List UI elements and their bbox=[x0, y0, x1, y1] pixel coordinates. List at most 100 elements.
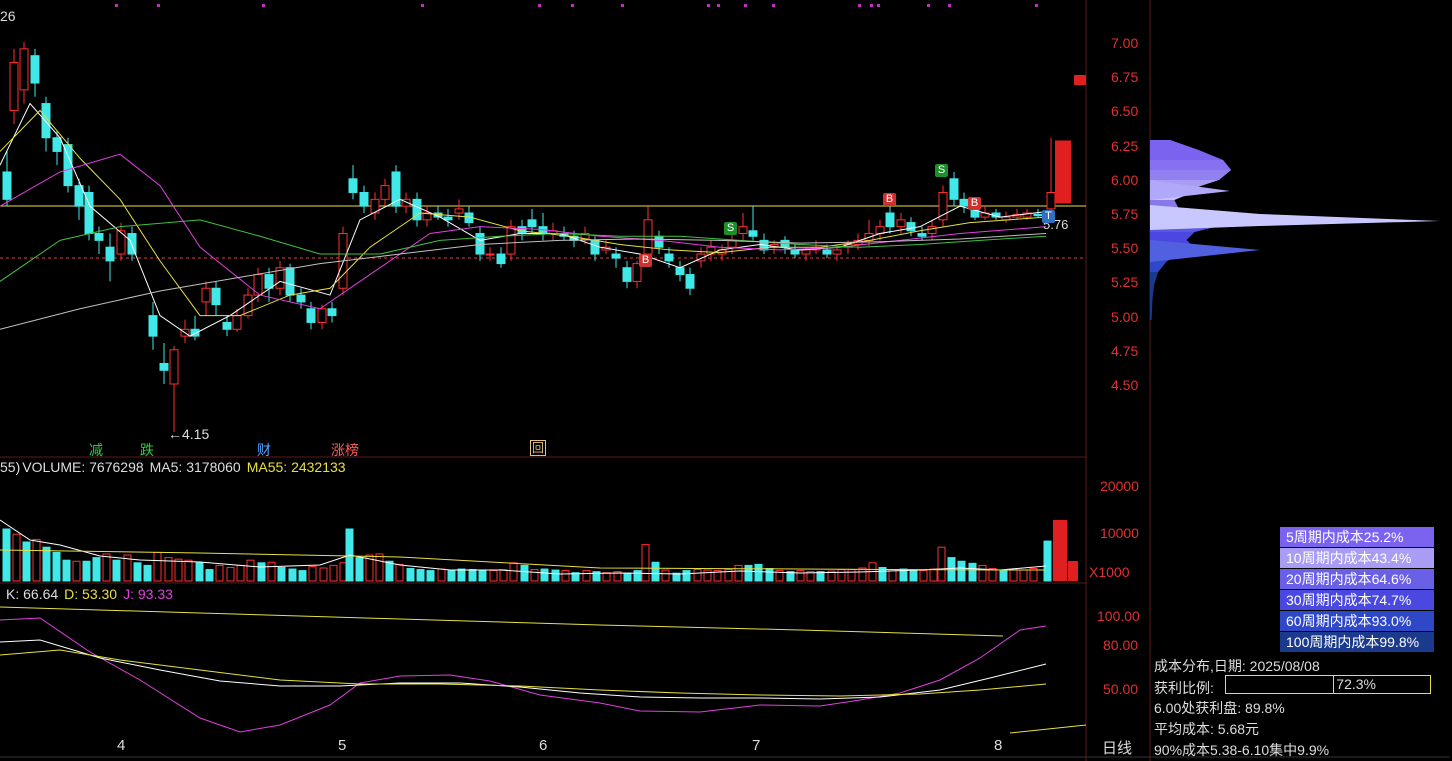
candle-body bbox=[790, 249, 800, 255]
top-marker-dot bbox=[1035, 4, 1038, 7]
candle-body bbox=[359, 191, 369, 207]
event-return[interactable]: 回 bbox=[530, 440, 547, 456]
price-axis-tick: 4.75 bbox=[1111, 342, 1139, 359]
volume-bar bbox=[641, 544, 650, 582]
top-marker-dot bbox=[157, 4, 160, 7]
candle-body bbox=[927, 226, 937, 235]
cost-period-10[interactable]: 10周期内成本43.4% bbox=[1280, 548, 1434, 568]
price-axis-tick: 6.00 bbox=[1111, 171, 1139, 188]
top-marker-dot bbox=[115, 4, 118, 7]
volume-bar bbox=[375, 553, 384, 582]
volume-bar bbox=[2, 528, 11, 582]
cost-date: 成本分布,日期: 2025/08/08 bbox=[1154, 658, 1320, 674]
price-axis-tick: 5.75 bbox=[1111, 206, 1139, 222]
candle-body bbox=[643, 219, 653, 255]
volume-bar bbox=[530, 569, 539, 582]
volume-bar bbox=[837, 569, 846, 582]
candle-body bbox=[1033, 213, 1043, 217]
profit-ratio-bar: 72.3% bbox=[1225, 675, 1431, 694]
volume-bar bbox=[693, 569, 702, 582]
volume-bar bbox=[195, 562, 204, 582]
signal-buy-marker[interactable]: B bbox=[883, 193, 896, 206]
candle-body bbox=[211, 287, 221, 306]
volume-bar bbox=[184, 559, 193, 582]
candle-body bbox=[159, 362, 169, 371]
candle-body bbox=[675, 267, 685, 276]
candle-body bbox=[30, 55, 40, 84]
event-reduce[interactable]: 减 bbox=[88, 440, 104, 460]
volume-bar bbox=[968, 562, 977, 582]
cost-period-100[interactable]: 100周期内成本99.8% bbox=[1280, 632, 1434, 652]
signal-t-marker[interactable]: T bbox=[1042, 210, 1055, 223]
volume-bar bbox=[796, 570, 805, 582]
volume-bar bbox=[847, 569, 856, 582]
top-marker-dot bbox=[571, 4, 574, 7]
volume-bar bbox=[651, 561, 660, 582]
period-label[interactable]: 日线 bbox=[1102, 737, 1132, 758]
volume-bar bbox=[153, 551, 162, 582]
volume-bar bbox=[22, 541, 31, 582]
profit-ratio-label: 获利比例: bbox=[1154, 680, 1214, 696]
volume-bar bbox=[82, 560, 91, 582]
candle-body bbox=[959, 198, 969, 207]
candle-body bbox=[9, 62, 19, 111]
profit-at-price: 6.00处获利盘: 89.8% bbox=[1154, 700, 1285, 716]
volume-bar bbox=[12, 533, 21, 582]
volume-bar bbox=[957, 560, 966, 582]
price-axis-tick: 4.50 bbox=[1111, 377, 1139, 393]
candle-body bbox=[2, 171, 12, 200]
cost-concentration: 90%成本5.38-6.10集中9.9% bbox=[1154, 742, 1330, 758]
volume-ma55: MA55: 2432133 bbox=[246, 459, 346, 475]
volume-bar bbox=[929, 568, 938, 582]
volume-bar bbox=[246, 559, 255, 582]
cost-period-5[interactable]: 5周期内成本25.2% bbox=[1280, 527, 1434, 547]
candle-body bbox=[738, 226, 748, 235]
price-axis-tick: 5.25 bbox=[1111, 274, 1139, 291]
cost-period-30[interactable]: 30周期内成本74.7% bbox=[1280, 590, 1434, 610]
volume-bar bbox=[215, 564, 224, 582]
kdj-k: K: 66.64 bbox=[6, 586, 59, 602]
volume-unit: X1000 bbox=[1089, 564, 1130, 580]
event-rise-list[interactable]: 涨榜 bbox=[330, 440, 360, 460]
volume-bar bbox=[329, 564, 338, 582]
cost-period-60[interactable]: 60周期内成本93.0% bbox=[1280, 611, 1434, 631]
volume-bar bbox=[426, 570, 435, 582]
volume-bar bbox=[1019, 569, 1028, 582]
volume-bar bbox=[112, 559, 121, 582]
candle-body bbox=[327, 308, 337, 317]
top-marker-dot bbox=[262, 4, 265, 7]
volume-bar bbox=[602, 572, 611, 582]
ma60-line bbox=[0, 233, 1047, 330]
volume-bar bbox=[520, 564, 529, 582]
volume-bar bbox=[133, 562, 142, 582]
event-drop[interactable]: 跌 bbox=[139, 440, 155, 460]
candle-body bbox=[232, 315, 242, 330]
top-marker-dot bbox=[538, 4, 541, 7]
volume-bar bbox=[1043, 540, 1052, 582]
cost-period-20[interactable]: 20周期内成本64.6% bbox=[1280, 569, 1434, 589]
candle-body bbox=[454, 208, 464, 214]
top-marker-dot bbox=[621, 4, 624, 7]
signal-sell-marker[interactable]: S bbox=[724, 222, 737, 235]
signal-buy-marker[interactable]: B bbox=[968, 197, 981, 210]
kdj-j-line bbox=[0, 617, 1047, 733]
candle-body bbox=[201, 287, 211, 303]
volume-bar bbox=[734, 564, 743, 582]
volume-bar bbox=[509, 562, 518, 582]
volume-bar bbox=[1009, 569, 1018, 582]
candle-body bbox=[285, 267, 295, 296]
candle-body bbox=[306, 308, 316, 323]
event-finance[interactable]: 财 bbox=[256, 440, 272, 460]
candle-body bbox=[74, 185, 84, 207]
candle-body bbox=[148, 315, 158, 337]
candle-body bbox=[296, 294, 306, 303]
volume-bar bbox=[395, 563, 404, 582]
chart-canvas[interactable] bbox=[0, 0, 1452, 761]
price-axis-tick: 7.00 bbox=[1111, 35, 1139, 51]
signal-sell-marker[interactable]: S bbox=[935, 164, 948, 177]
signal-buy-marker[interactable]: B bbox=[639, 254, 652, 267]
month-label-7: 7 bbox=[752, 737, 761, 754]
volume-bar bbox=[919, 570, 928, 582]
candle-body bbox=[622, 267, 632, 282]
top-marker-dot bbox=[707, 4, 710, 7]
